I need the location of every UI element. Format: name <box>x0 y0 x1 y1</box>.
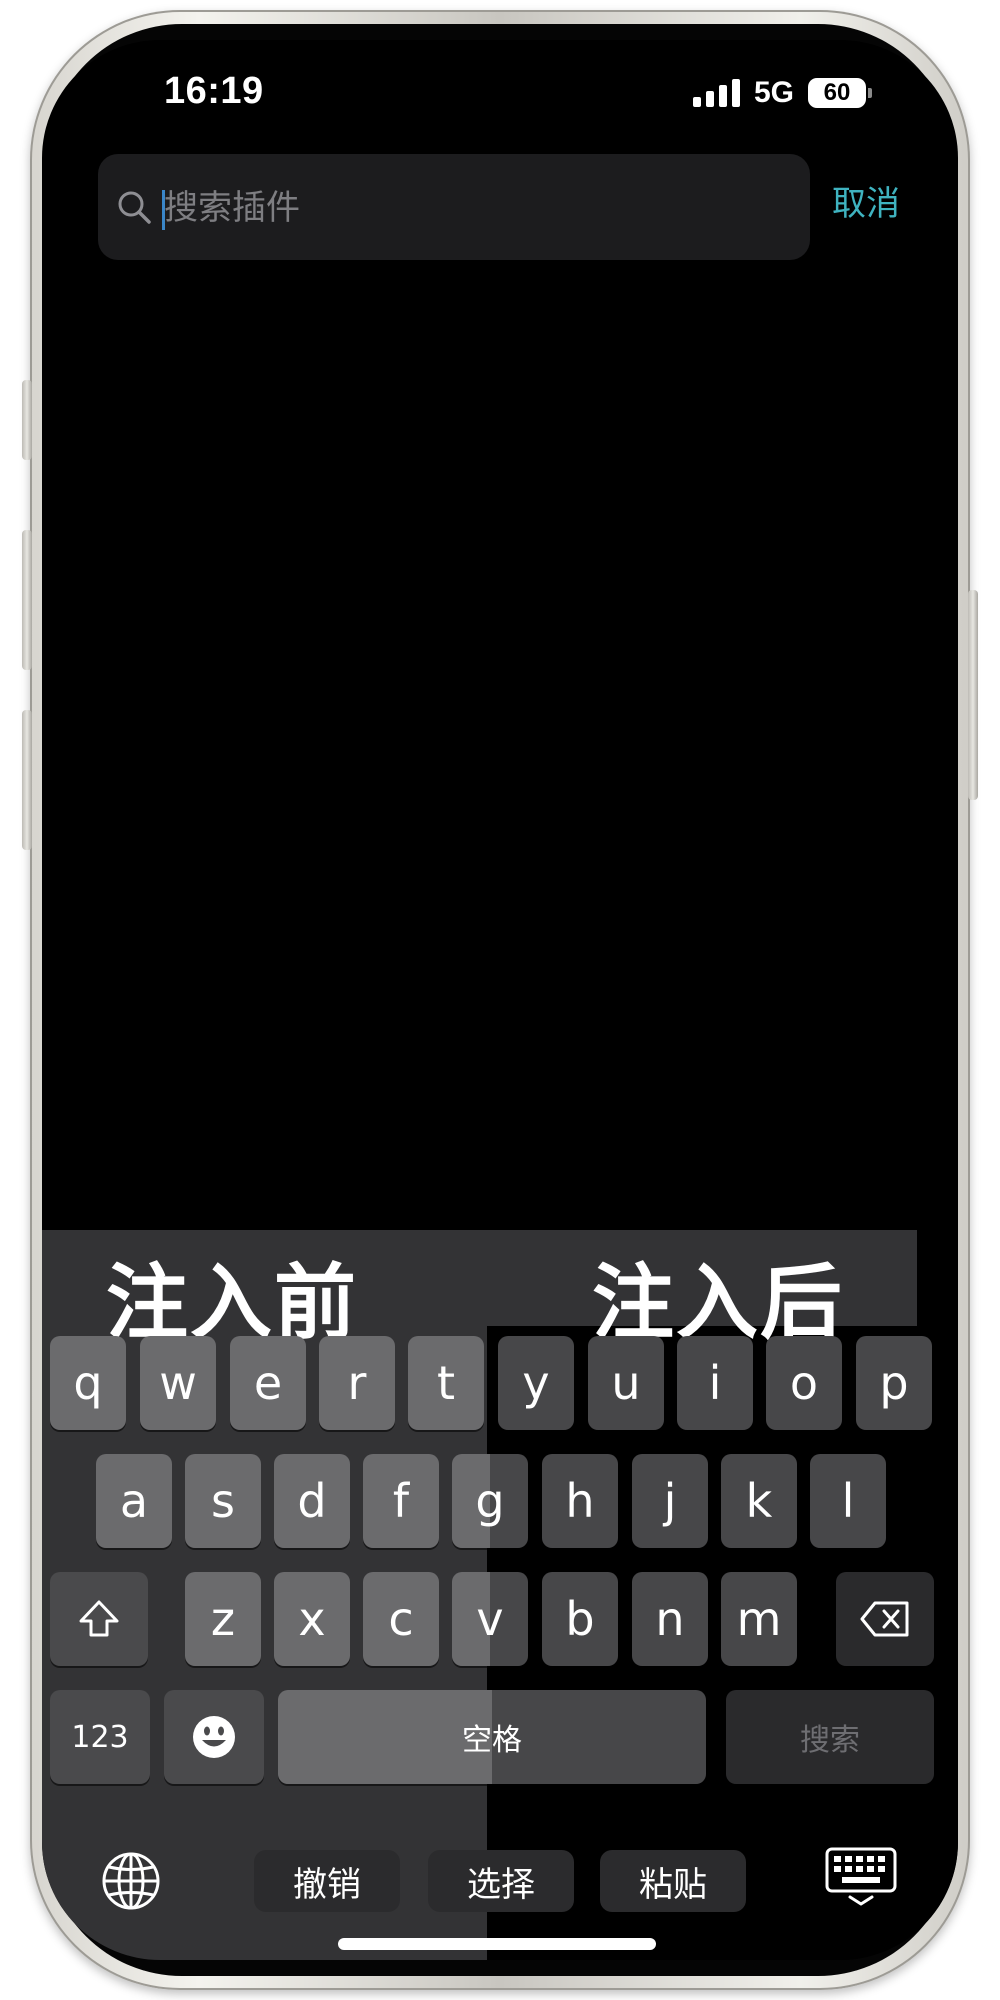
paste-button[interactable]: 粘贴 <box>600 1850 746 1912</box>
cancel-button[interactable]: 取消 <box>832 176 900 225</box>
key-j[interactable]: j <box>632 1454 708 1548</box>
cellular-signal-icon <box>692 79 740 107</box>
key-p[interactable]: p <box>856 1336 932 1430</box>
search-input[interactable] <box>162 154 786 262</box>
key-r[interactable]: r <box>319 1336 395 1430</box>
search-icon <box>118 191 151 224</box>
status-time: 16:19 <box>164 70 264 112</box>
space-key[interactable]: 空格 <box>278 1690 706 1784</box>
key-v[interactable]: v <box>452 1572 528 1666</box>
key-a[interactable]: a <box>96 1454 172 1548</box>
keyboard-dismiss-icon <box>825 1847 897 1906</box>
action-button <box>22 380 32 460</box>
key-y[interactable]: y <box>498 1336 574 1430</box>
battery-level: 60 <box>823 79 851 106</box>
key-k[interactable]: k <box>721 1454 797 1548</box>
screen: 16:19 5G 60 取消 注入前 注入后 q w e r t y u i o… <box>42 40 958 1960</box>
battery-icon: 60 <box>808 78 872 108</box>
key-s[interactable]: s <box>185 1454 261 1548</box>
shift-key[interactable] <box>50 1572 148 1666</box>
volume-down-button <box>22 710 32 850</box>
globe-icon <box>102 1852 160 1910</box>
key-o[interactable]: o <box>766 1336 842 1430</box>
key-w[interactable]: w <box>140 1336 216 1430</box>
key-i[interactable]: i <box>677 1336 753 1430</box>
text-cursor <box>162 190 165 230</box>
volume-up-button <box>22 530 32 670</box>
power-button <box>968 590 978 800</box>
network-type: 5G <box>753 76 794 109</box>
status-indicators: 5G 60 <box>692 76 872 110</box>
delete-key[interactable] <box>836 1572 934 1666</box>
delete-icon <box>860 1601 909 1637</box>
shift-icon <box>79 1600 119 1637</box>
select-button[interactable]: 选择 <box>428 1850 574 1912</box>
key-t[interactable]: t <box>408 1336 484 1430</box>
key-c[interactable]: c <box>363 1572 439 1666</box>
emoji-key[interactable] <box>164 1690 264 1784</box>
globe-button[interactable] <box>98 1848 164 1914</box>
numbers-key[interactable]: 123 <box>50 1690 150 1784</box>
key-f[interactable]: f <box>363 1454 439 1548</box>
key-u[interactable]: u <box>588 1336 664 1430</box>
key-d[interactable]: d <box>274 1454 350 1548</box>
key-z[interactable]: z <box>185 1572 261 1666</box>
key-m[interactable]: m <box>721 1572 797 1666</box>
key-g[interactable]: g <box>452 1454 528 1548</box>
undo-button[interactable]: 撤销 <box>254 1850 400 1912</box>
home-indicator[interactable] <box>338 1938 656 1950</box>
key-e[interactable]: e <box>230 1336 306 1430</box>
key-b[interactable]: b <box>542 1572 618 1666</box>
search-key[interactable]: 搜索 <box>726 1690 934 1784</box>
key-n[interactable]: n <box>632 1572 708 1666</box>
key-h[interactable]: h <box>542 1454 618 1548</box>
key-l[interactable]: l <box>810 1454 886 1548</box>
key-q[interactable]: q <box>50 1336 126 1430</box>
search-bar[interactable] <box>98 154 810 262</box>
keyboard-dismiss-button[interactable] <box>824 1846 898 1908</box>
emoji-icon <box>193 1716 235 1758</box>
key-x[interactable]: x <box>274 1572 350 1666</box>
